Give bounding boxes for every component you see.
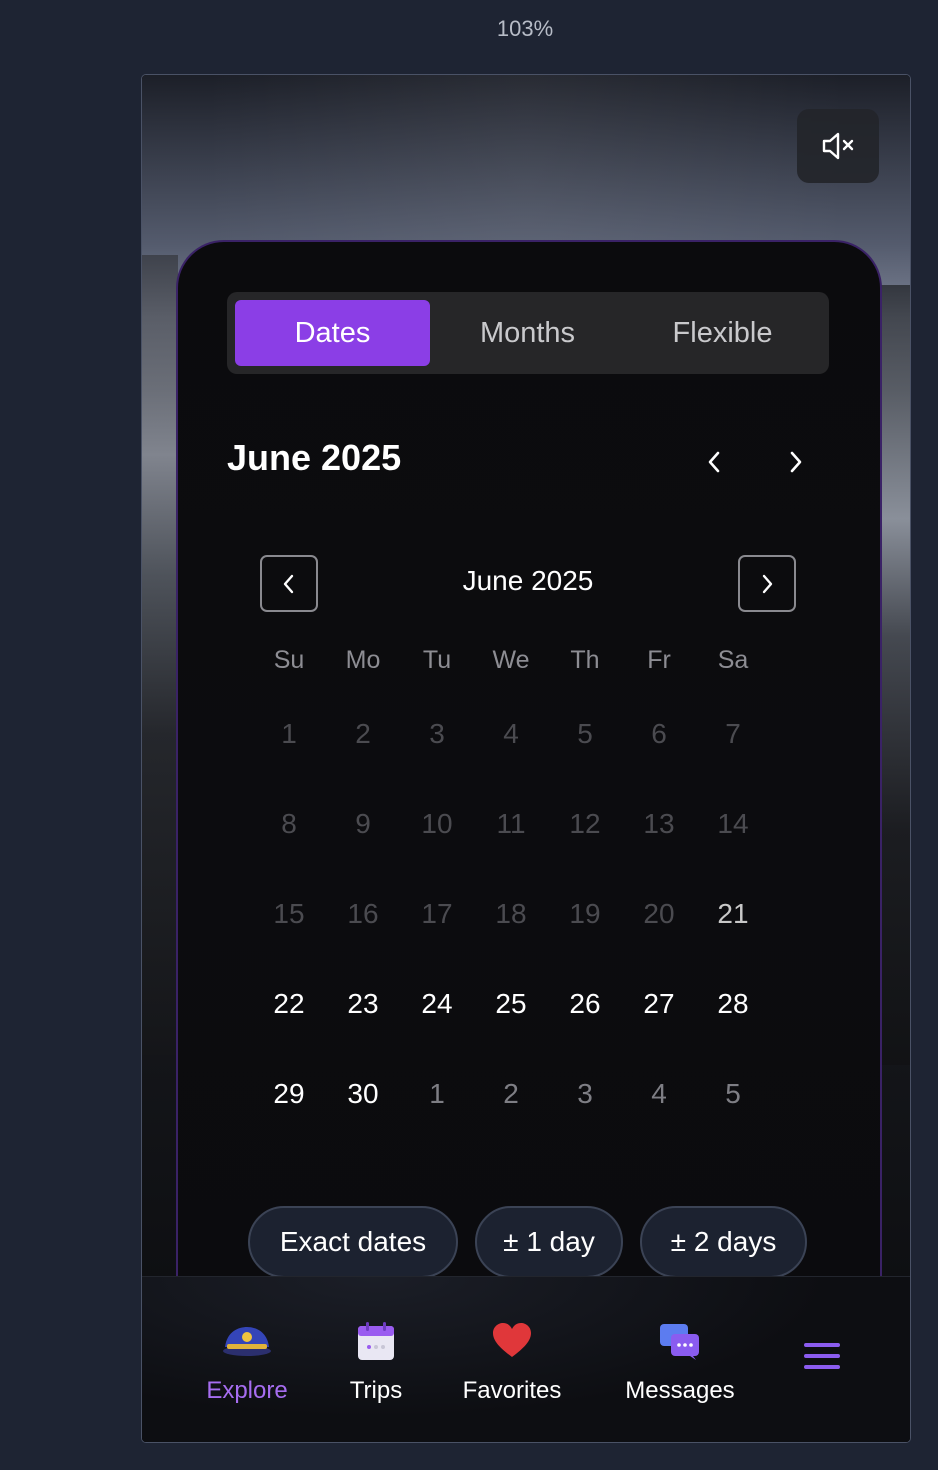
weekday-label: Mo: [345, 646, 381, 674]
mute-button[interactable]: [797, 109, 879, 183]
tab-dates[interactable]: Dates: [235, 300, 430, 366]
weekday-label: Th: [570, 646, 600, 674]
calendar-next-button[interactable]: [738, 555, 796, 612]
weekday-label: Sa: [717, 646, 749, 674]
calendar-day-today[interactable]: 21: [696, 878, 770, 950]
calendar-day[interactable]: 3: [548, 1058, 622, 1130]
calendar-day[interactable]: 16: [326, 878, 400, 950]
tab-messages-label: Messages: [625, 1377, 735, 1404]
calendar-day[interactable]: 29: [252, 1058, 326, 1130]
calendar-day[interactable]: 7: [696, 698, 770, 770]
date-picker-sheet: Dates Months Flexible June 2025 June 202…: [176, 240, 882, 1342]
calendar-day[interactable]: 25: [474, 968, 548, 1040]
tab-trips-label: Trips: [349, 1377, 403, 1404]
calendar-day[interactable]: 19: [548, 878, 622, 950]
tab-flexible[interactable]: Flexible: [625, 300, 820, 366]
calendar-day[interactable]: 6: [622, 698, 696, 770]
month-heading: June 2025: [227, 437, 402, 478]
calendar-day[interactable]: 12: [548, 788, 622, 860]
heart-icon: [493, 1323, 531, 1357]
tab-favorites-label: Favorites: [462, 1377, 562, 1404]
hamburger-menu-icon: [804, 1343, 840, 1369]
speaker-muted-icon: [822, 132, 854, 160]
tab-months[interactable]: Months: [430, 300, 625, 366]
chevron-right-icon: [762, 574, 773, 593]
captain-hat-icon: [223, 1327, 271, 1356]
weekday-label: Fr: [647, 646, 671, 674]
calendar-day[interactable]: 1: [400, 1058, 474, 1130]
header-prev-month-button[interactable]: [694, 442, 734, 482]
calendar-day[interactable]: 2: [474, 1058, 548, 1130]
calendar-day[interactable]: 4: [622, 1058, 696, 1130]
weekday-label: Tu: [422, 646, 452, 674]
calendar-day[interactable]: 13: [622, 788, 696, 860]
phone-frame: Dates Months Flexible June 2025 June 202…: [141, 74, 911, 1443]
calendar-day[interactable]: 17: [400, 878, 474, 950]
exact-dates-chip[interactable]: Exact dates: [248, 1206, 458, 1278]
calendar-day[interactable]: 1: [252, 698, 326, 770]
calendar-icon: [358, 1322, 394, 1360]
plus-minus-2-days-chip[interactable]: ± 2 days: [640, 1206, 807, 1278]
tab-favorites[interactable]: Favorites: [452, 1317, 572, 1405]
calendar-day[interactable]: 14: [696, 788, 770, 860]
tab-messages[interactable]: Messages: [616, 1317, 744, 1405]
zoom-level: 103%: [496, 16, 554, 41]
calendar-day[interactable]: 2: [326, 698, 400, 770]
chevron-left-icon: [708, 451, 720, 473]
calendar-day[interactable]: 9: [326, 788, 400, 860]
calendar-day[interactable]: 3: [400, 698, 474, 770]
calendar-day[interactable]: 5: [548, 698, 622, 770]
calendar-day[interactable]: 22: [252, 968, 326, 1040]
plus-minus-1-day-chip[interactable]: ± 1 day: [475, 1206, 623, 1278]
tab-trips[interactable]: Trips: [338, 1317, 414, 1405]
tab-explore[interactable]: Explore: [194, 1317, 300, 1405]
calendar-day[interactable]: 24: [400, 968, 474, 1040]
weekday-label: Su: [273, 646, 305, 674]
calendar-day[interactable]: 27: [622, 968, 696, 1040]
calendar-day[interactable]: 23: [326, 968, 400, 1040]
header-next-month-button[interactable]: [776, 442, 816, 482]
bottom-tab-bar: Explore Trips Favorites Messages: [142, 1276, 910, 1442]
calendar-day[interactable]: 20: [622, 878, 696, 950]
weekday-label: We: [492, 646, 530, 674]
background-marina-left: [142, 255, 178, 1055]
background-marina-right: [878, 285, 910, 1065]
tab-explore-label: Explore: [206, 1377, 288, 1404]
calendar-day[interactable]: 26: [548, 968, 622, 1040]
calendar-day[interactable]: 18: [474, 878, 548, 950]
menu-button[interactable]: [798, 1341, 846, 1376]
calendar-day[interactable]: 8: [252, 788, 326, 860]
date-mode-segmented-control: Dates Months Flexible: [227, 292, 829, 374]
calendar-day[interactable]: 4: [474, 698, 548, 770]
calendar-day[interactable]: 28: [696, 968, 770, 1040]
calendar-day[interactable]: 30: [326, 1058, 400, 1130]
chevron-right-icon: [790, 451, 802, 473]
calendar-day[interactable]: 10: [400, 788, 474, 860]
chat-bubbles-icon: [660, 1324, 699, 1360]
calendar-day[interactable]: 11: [474, 788, 548, 860]
calendar-day[interactable]: 15: [252, 878, 326, 950]
calendar-day[interactable]: 5: [696, 1058, 770, 1130]
